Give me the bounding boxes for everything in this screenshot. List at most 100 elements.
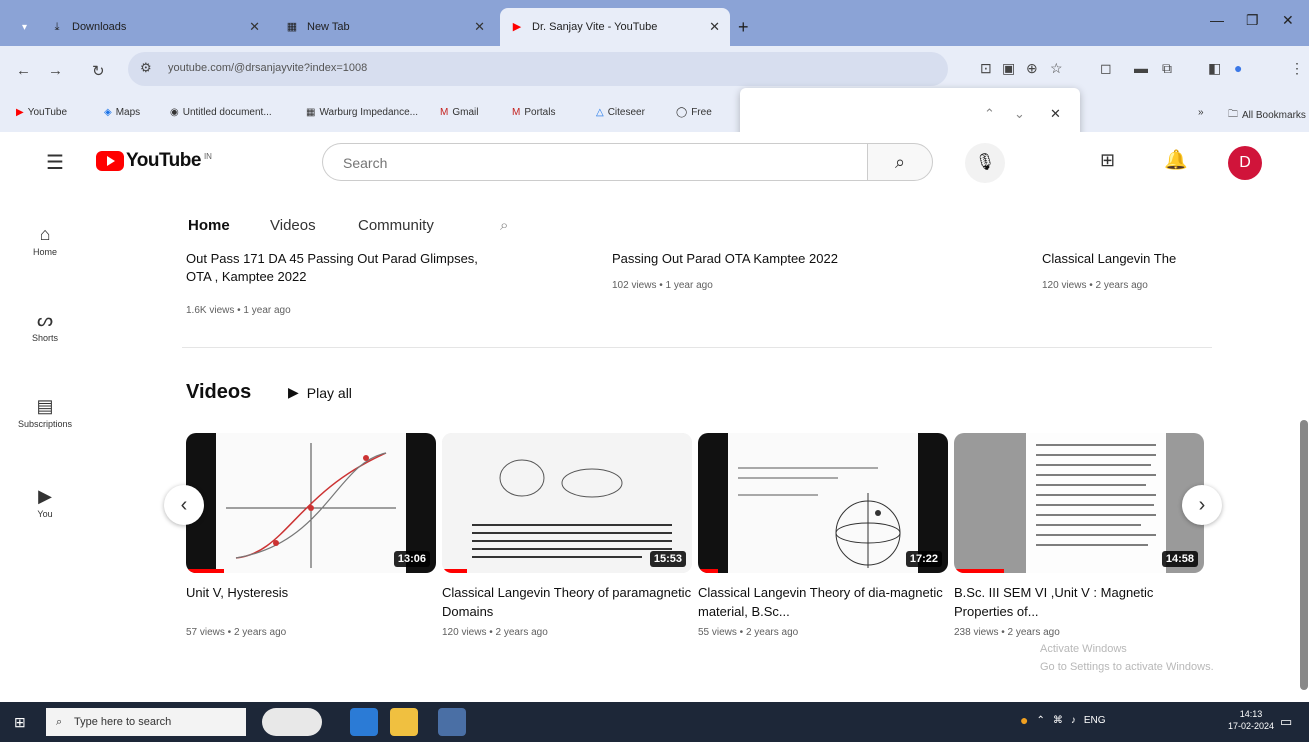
bookmark-free[interactable]: ◯ Free: [676, 107, 712, 118]
tab-search-button[interactable]: ▾: [22, 8, 30, 46]
upper-video-title[interactable]: Passing Out Parad OTA Kamptee 2022: [612, 250, 838, 268]
voice-search-button[interactable]: 🎙: [965, 143, 1005, 183]
video-card[interactable]: 14:58 B.Sc. III SEM VI ,Unit V : Magneti…: [954, 433, 1204, 638]
tab-downloads[interactable]: ⤓ Downloads ✕: [40, 8, 270, 46]
menu-kebab-icon[interactable]: ⋮: [1290, 60, 1304, 77]
guide-item-you[interactable]: ▶ You: [0, 486, 90, 519]
search-icon: ⌕: [894, 152, 906, 172]
profile-icon[interactable]: ●: [1234, 60, 1242, 76]
screenshot-icon[interactable]: ▣: [1002, 60, 1015, 77]
video-card[interactable]: 17:22 Classical Langevin Theory of dia-m…: [698, 433, 948, 638]
side-panel-icon[interactable]: ◧: [1208, 60, 1221, 77]
you-icon: ▶: [38, 486, 52, 506]
upper-video-title[interactable]: Out Pass 171 DA 45 Passing Out Parad Gli…: [186, 250, 478, 286]
bookmark-docs[interactable]: ◉ Untitled document...: [170, 107, 272, 118]
new-tab-button[interactable]: +: [738, 8, 758, 46]
maps-icon: ◈: [104, 107, 112, 118]
find-next-icon[interactable]: ⌄: [1014, 106, 1025, 122]
bookmark-maps[interactable]: ◈ Maps: [104, 107, 140, 118]
bookmark-warburg[interactable]: ▦ Warburg Impedance...: [306, 107, 418, 118]
bookmark-portals[interactable]: M Portals: [512, 107, 555, 118]
restore-icon[interactable]: ❐: [1246, 12, 1259, 29]
close-icon[interactable]: ✕: [474, 19, 485, 35]
bookmark-youtube[interactable]: ▶ YouTube: [16, 107, 67, 118]
tab-home[interactable]: Home: [188, 217, 230, 234]
extension-icon[interactable]: ◻: [1100, 60, 1112, 77]
video-thumbnail[interactable]: 17:22: [698, 433, 948, 573]
forward-icon[interactable]: →: [48, 62, 63, 79]
textbook-page-image: [1026, 433, 1166, 573]
youtube-icon: ▶: [16, 107, 24, 118]
folder-icon: 🗀: [1228, 109, 1238, 120]
home-icon: ⌂: [39, 224, 51, 244]
video-title[interactable]: B.Sc. III SEM VI ,Unit V : Magnetic Prop…: [954, 583, 1204, 621]
video-title[interactable]: Unit V, Hysteresis: [186, 583, 436, 621]
video-thumbnail[interactable]: 13:06: [186, 433, 436, 573]
network-icon: ⌘: [1052, 714, 1063, 726]
guide-item-subscriptions[interactable]: ▤ Subscriptions: [0, 396, 90, 429]
close-icon[interactable]: ✕: [249, 19, 260, 35]
back-icon[interactable]: ←: [16, 62, 31, 79]
avatar[interactable]: D: [1228, 146, 1262, 180]
guide-item-shorts[interactable]: ᔕ Shorts: [0, 310, 90, 343]
bookmark-gmail[interactable]: M Gmail: [440, 107, 478, 118]
create-icon[interactable]: ⊞: [1100, 150, 1115, 171]
video-card[interactable]: 15:53 Classical Langevin Theory of param…: [442, 433, 692, 638]
page-scrollbar[interactable]: [1300, 420, 1308, 690]
newtab-icon: ▦: [286, 21, 298, 33]
taskbar-clock[interactable]: 14:13 17-02-2024: [1228, 708, 1274, 732]
microphone-icon: 🎙: [974, 154, 996, 171]
youtube-logo[interactable]: YouTube IN: [96, 150, 212, 172]
channel-search-icon[interactable]: ⌕: [500, 217, 508, 234]
bookmark-star-icon[interactable]: ☆: [1050, 60, 1063, 77]
shelf-scroll-right-button[interactable]: ›: [1182, 485, 1222, 525]
zoom-icon[interactable]: ⊕: [1026, 60, 1038, 77]
notifications-bell-icon[interactable]: 🔔: [1164, 148, 1188, 172]
duration-badge: 15:53: [649, 551, 686, 567]
minimize-icon[interactable]: —: [1210, 12, 1224, 28]
extension-icon[interactable]: ▬: [1134, 60, 1148, 76]
bookmarks-overflow[interactable]: »: [1198, 107, 1204, 118]
install-icon[interactable]: ⊡: [980, 60, 992, 77]
video-title[interactable]: Classical Langevin Theory of dia-magneti…: [698, 583, 948, 621]
tab-youtube[interactable]: ▶ Dr. Sanjay Vite - YouTube ✕: [500, 8, 730, 46]
video-card[interactable]: 13:06 Unit V, Hysteresis 57 views • 2 ye…: [186, 433, 436, 638]
close-window-icon[interactable]: ✕: [1282, 12, 1294, 29]
file-explorer-icon[interactable]: [390, 708, 418, 736]
tab-new-tab[interactable]: ▦ New Tab ✕: [275, 8, 495, 46]
copilot-app-icon[interactable]: [262, 708, 322, 736]
shelf-title[interactable]: Videos: [186, 381, 251, 404]
search-input[interactable]: [341, 154, 825, 172]
all-bookmarks[interactable]: 🗀 All Bookmarks: [1228, 107, 1306, 124]
guide-item-home[interactable]: ⌂ Home: [0, 224, 90, 257]
system-tray[interactable]: ● ⌃ ⌘ ♪ ENG: [1020, 712, 1106, 728]
youtube-play-icon: [96, 151, 124, 171]
video-thumbnail[interactable]: 15:53: [442, 433, 692, 573]
extensions-puzzle-icon[interactable]: ⧉: [1162, 60, 1172, 77]
tab-community[interactable]: Community: [358, 217, 434, 234]
bookmark-citeseer[interactable]: △ Citeseer: [596, 107, 645, 118]
reload-icon[interactable]: ↻: [92, 62, 105, 80]
windows-start-icon[interactable]: ⊞: [14, 714, 26, 731]
site-info-icon[interactable]: ⚙: [140, 60, 152, 76]
shelf-scroll-left-button[interactable]: ‹: [164, 485, 204, 525]
find-previous-icon[interactable]: ⌃: [984, 106, 995, 122]
video-thumbnail[interactable]: 14:58: [954, 433, 1204, 573]
hysteresis-graph-image: [216, 433, 406, 573]
taskbar-search-box[interactable]: ⌕ Type here to search: [46, 708, 246, 736]
chevron-left-icon: ‹: [180, 494, 188, 516]
close-icon[interactable]: ✕: [709, 19, 720, 35]
video-meta: 57 views • 2 years ago: [186, 627, 287, 638]
find-close-icon[interactable]: ✕: [1050, 106, 1061, 122]
notifications-icon[interactable]: ▭: [1280, 714, 1292, 730]
upper-video-title[interactable]: Classical Langevin The: [1042, 250, 1176, 268]
play-all-button[interactable]: ▶ Play all: [288, 384, 352, 401]
video-title[interactable]: Classical Langevin Theory of paramagneti…: [442, 583, 692, 621]
task-view-icon[interactable]: [350, 708, 378, 736]
calculator-app-icon[interactable]: [438, 708, 466, 736]
search-button[interactable]: ⌕: [867, 143, 933, 181]
docs-icon: ◉: [170, 107, 179, 118]
address-bar[interactable]: ⚙ youtube.com/@drsanjayvite?index=1008: [128, 52, 948, 86]
tab-videos[interactable]: Videos: [270, 217, 316, 234]
hamburger-menu-icon[interactable]: ☰: [46, 150, 64, 175]
